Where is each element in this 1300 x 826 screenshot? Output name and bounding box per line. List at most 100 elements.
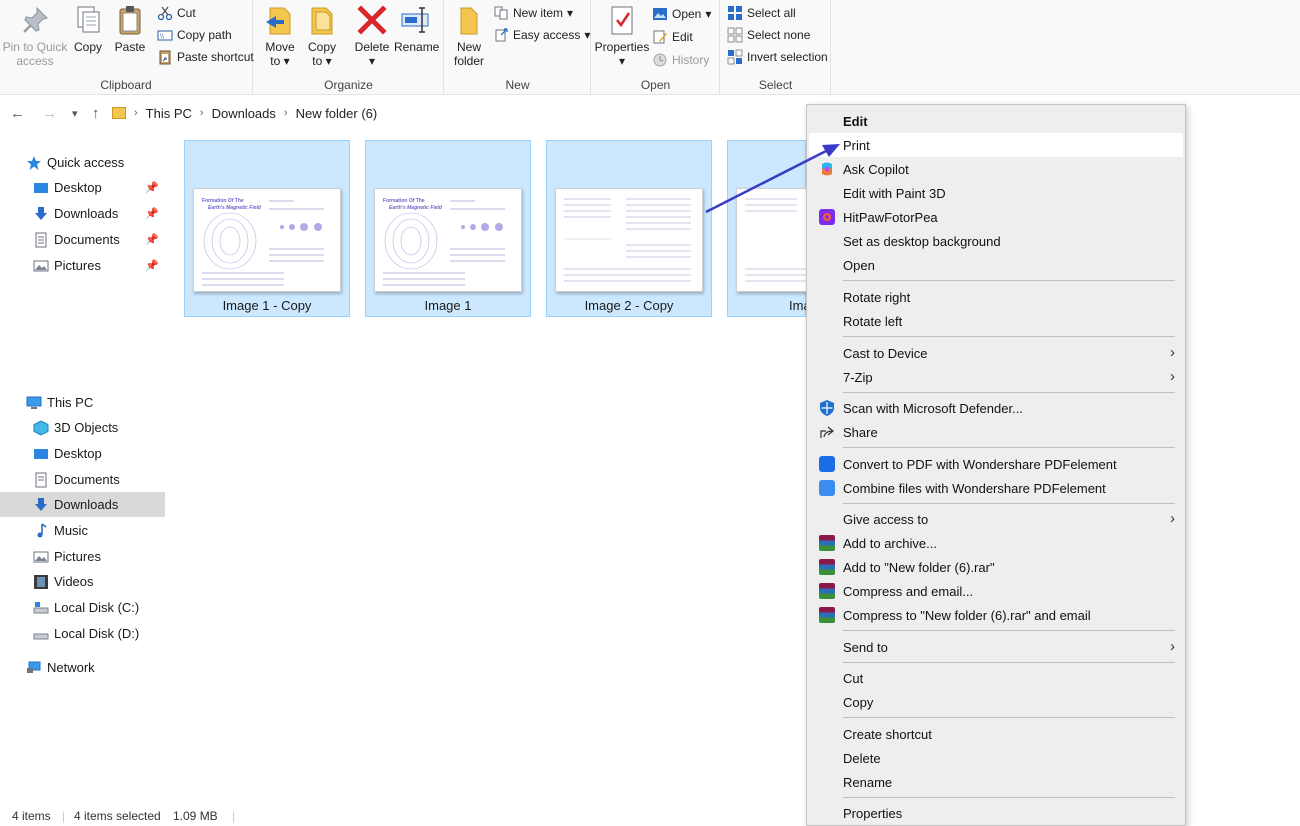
move-to-label-line1: Move — [265, 40, 295, 54]
invert-selection-label: Invert selection — [747, 50, 828, 64]
menu-item-rotate-right[interactable]: Rotate right — [809, 285, 1183, 309]
menu-item-7zip[interactable]: 7-Zip › — [809, 365, 1183, 389]
move-to-icon — [264, 4, 296, 36]
file-tile[interactable]: Formation Of The Earth's Magnetic Field … — [365, 140, 531, 317]
image-thumbnail — [736, 188, 807, 292]
menu-item-label: Combine files with Wondershare PDFelemen… — [843, 480, 1106, 496]
menu-item-rotate-left[interactable]: Rotate left — [809, 309, 1183, 333]
forward-arrow-icon[interactable]: → — [42, 105, 57, 122]
pin-icon: 📌 — [145, 182, 159, 194]
menu-item-copy[interactable]: Copy — [809, 690, 1183, 714]
properties-button[interactable]: Properties ▾ — [594, 4, 650, 68]
nav-item-label: Videos — [54, 574, 94, 589]
nav-this-pc[interactable]: This PC — [0, 390, 165, 415]
nav-pc-pictures[interactable]: Pictures — [0, 544, 165, 569]
menu-item-combine-files[interactable]: Combine files with Wondershare PDFelemen… — [809, 476, 1183, 500]
menu-item-create-shortcut[interactable]: Create shortcut — [809, 722, 1183, 746]
pin-label-line1: Pin to Quick — [2, 40, 68, 54]
download-arrow-icon — [33, 497, 49, 513]
new-folder-button[interactable]: New folder — [451, 4, 487, 68]
select-none-button[interactable]: Select none — [727, 26, 810, 44]
pin-icon — [19, 4, 51, 36]
copy-button[interactable]: Copy — [70, 4, 106, 54]
menu-item-give-access[interactable]: Give access to › — [809, 507, 1183, 531]
easy-access-button[interactable]: Easy access ▾ — [493, 26, 590, 44]
copy-path-button[interactable]: \\ Copy path — [157, 26, 232, 44]
nav-pc-local-disk-d[interactable]: Local Disk (D:) — [0, 621, 165, 646]
pin-to-quick-access-button[interactable]: Pin to Quick access — [2, 4, 68, 68]
nav-pc-documents[interactable]: Documents — [0, 467, 165, 492]
nav-quick-desktop[interactable]: Desktop 📌 — [0, 175, 165, 200]
copy-path-label: Copy path — [177, 28, 232, 42]
file-tile[interactable]: Ima — [727, 140, 811, 317]
nav-quick-pictures[interactable]: Pictures 📌 — [0, 253, 165, 278]
nav-network[interactable]: Network — [0, 655, 165, 680]
edit-label: Edit — [672, 30, 693, 44]
nav-pc-desktop[interactable]: Desktop — [0, 441, 165, 466]
copy-to-button[interactable]: Copy to ▾ — [304, 4, 340, 68]
select-group: Select all Select none Invert selection … — [721, 0, 831, 95]
menu-item-rename[interactable]: Rename — [809, 770, 1183, 794]
menu-item-edit-paint3d[interactable]: Edit with Paint 3D — [809, 181, 1183, 205]
nav-pc-videos[interactable]: Videos — [0, 569, 165, 594]
paste-button[interactable]: Paste — [112, 4, 148, 54]
delete-button[interactable]: Delete ▾ — [352, 4, 392, 68]
menu-item-share[interactable]: Share — [809, 420, 1183, 444]
nav-quick-downloads[interactable]: Downloads 📌 — [0, 201, 165, 226]
file-tile[interactable]: Formation Of The Earth's Magnetic Field … — [184, 140, 350, 317]
copy-label: Copy — [73, 40, 102, 54]
nav-quick-access[interactable]: Quick access — [0, 150, 165, 175]
back-arrow-icon[interactable]: ← — [10, 105, 25, 122]
menu-item-send-to[interactable]: Send to › — [809, 635, 1183, 659]
select-all-button[interactable]: Select all — [727, 4, 796, 22]
file-tile[interactable]: Image 2 - Copy — [546, 140, 712, 317]
history-icon — [652, 52, 668, 68]
3d-objects-icon — [33, 419, 49, 436]
new-item-button[interactable]: New item ▾ — [493, 4, 573, 22]
menu-item-scan-defender[interactable]: Scan with Microsoft Defender... — [809, 396, 1183, 420]
nav-quick-documents[interactable]: Documents 📌 — [0, 227, 165, 252]
share-icon — [819, 424, 835, 440]
pictures-icon — [33, 549, 49, 565]
move-to-button[interactable]: Move to ▾ — [262, 4, 298, 68]
menu-item-label: Cut — [843, 670, 864, 686]
nav-pc-local-disk-c[interactable]: Local Disk (C:) — [0, 595, 165, 620]
nav-quick-access-label: Quick access — [47, 155, 125, 170]
pdfelement-combine-icon — [819, 480, 835, 496]
nav-pc-downloads[interactable]: Downloads — [0, 492, 165, 517]
nav-pc-3d-objects[interactable]: 3D Objects — [0, 415, 165, 440]
winrar-icon — [819, 583, 835, 599]
drive-icon — [33, 600, 49, 616]
breadcrumb[interactable]: › This PC › Downloads › New folder (6) — [112, 101, 377, 125]
menu-item-ask-copilot[interactable]: Ask Copilot — [809, 157, 1183, 181]
open-button[interactable]: Open ▾ — [652, 5, 711, 23]
menu-item-add-rar[interactable]: Add to "New folder (6).rar" — [809, 555, 1183, 579]
menu-item-compress-rar-email[interactable]: Compress to "New folder (6).rar" and ema… — [809, 603, 1183, 627]
menu-item-compress-email[interactable]: Compress and email... — [809, 579, 1183, 603]
paste-shortcut-button[interactable]: Paste shortcut — [157, 48, 254, 66]
recent-locations-chevron-icon[interactable]: ▾ — [72, 107, 78, 120]
invert-selection-button[interactable]: Invert selection — [727, 48, 828, 66]
edit-button[interactable]: Edit — [652, 28, 693, 46]
breadcrumb-item[interactable]: Downloads — [212, 106, 276, 121]
up-arrow-icon[interactable]: ↑ — [92, 105, 100, 122]
menu-item-add-archive[interactable]: Add to archive... — [809, 531, 1183, 555]
breadcrumb-item[interactable]: This PC — [146, 106, 192, 121]
menu-item-hitpaw[interactable]: HitPawFotorPea — [809, 205, 1183, 229]
menu-item-print[interactable]: Print — [809, 133, 1183, 157]
menu-item-delete[interactable]: Delete — [809, 746, 1183, 770]
menu-item-properties[interactable]: Properties — [809, 801, 1183, 825]
menu-item-cast-to-device[interactable]: Cast to Device › — [809, 341, 1183, 365]
cut-button[interactable]: Cut — [157, 4, 196, 22]
menu-item-open[interactable]: Open — [809, 253, 1183, 277]
menu-item-convert-pdf[interactable]: Convert to PDF with Wondershare PDFeleme… — [809, 452, 1183, 476]
menu-item-set-desktop-background[interactable]: Set as desktop background — [809, 229, 1183, 253]
breadcrumb-item[interactable]: New folder (6) — [296, 106, 378, 121]
menu-item-cut[interactable]: Cut — [809, 666, 1183, 690]
history-button[interactable]: History — [652, 51, 709, 69]
rename-button[interactable]: Rename — [394, 4, 439, 54]
menu-item-edit[interactable]: Edit — [809, 109, 1183, 133]
select-all-icon — [727, 5, 743, 21]
nav-pc-music[interactable]: Music — [0, 518, 165, 543]
menu-separator — [843, 280, 1175, 281]
